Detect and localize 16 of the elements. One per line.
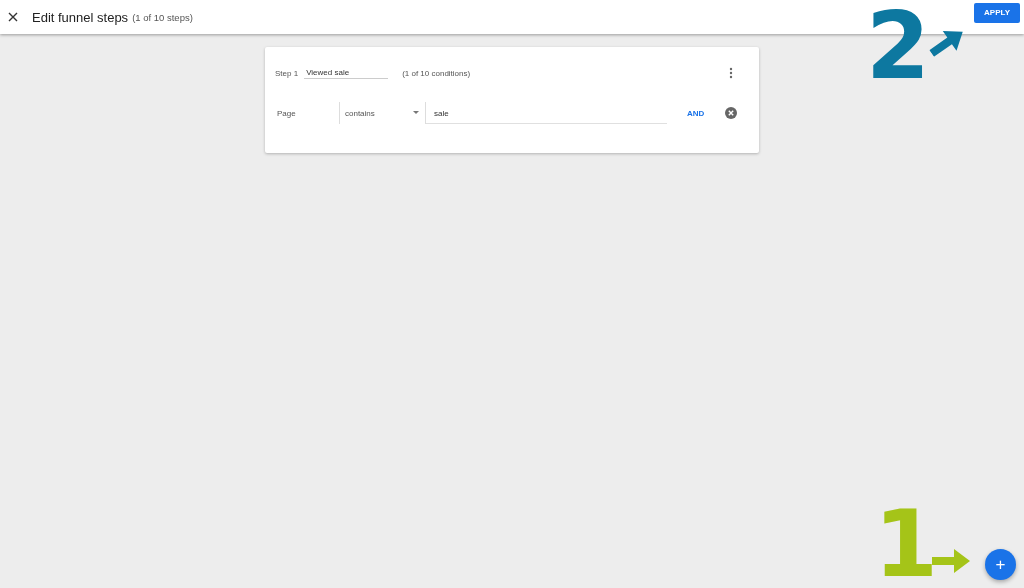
arrow-icon bbox=[932, 547, 972, 575]
remove-icon[interactable] bbox=[725, 107, 737, 119]
value-field[interactable]: sale bbox=[425, 102, 667, 124]
dimension-label: Page bbox=[276, 108, 297, 118]
condition-count: (1 of 10 conditions) bbox=[402, 68, 471, 78]
caret-icon bbox=[413, 111, 419, 115]
close-icon[interactable] bbox=[8, 12, 18, 22]
step-label: Step 1 bbox=[275, 68, 299, 78]
add-button[interactable]: + bbox=[985, 549, 1016, 580]
annotation-number: 1 bbox=[874, 510, 938, 580]
more-icon[interactable] bbox=[729, 67, 733, 79]
apply-button[interactable]: APPLY bbox=[974, 2, 1020, 23]
step-name-field[interactable]: Viewed sale bbox=[304, 67, 389, 79]
page-title: Edit funnel steps bbox=[32, 9, 129, 25]
and-button[interactable]: AND bbox=[683, 106, 709, 120]
step-count: (1 of 10 steps) bbox=[132, 11, 193, 23]
